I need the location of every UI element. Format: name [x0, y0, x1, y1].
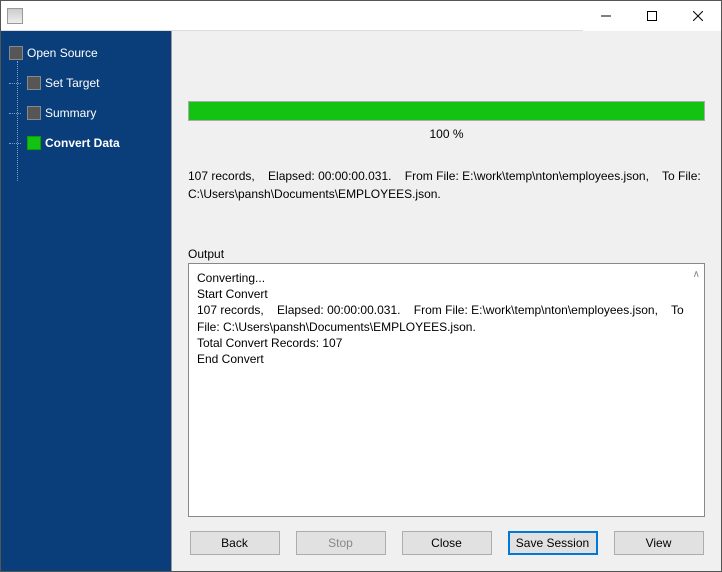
titlebar	[1, 1, 721, 31]
tree-box-icon	[9, 46, 23, 60]
progress-bar	[188, 101, 705, 121]
sidebar-item-label: Summary	[45, 106, 96, 120]
sidebar-item-set-target[interactable]: Set Target	[23, 73, 167, 93]
button-row: Back Stop Close Save Session View	[188, 517, 705, 563]
titlebar-left	[1, 8, 29, 24]
scroll-up-icon[interactable]: ∧	[693, 268, 700, 282]
tree-connector-h	[9, 143, 21, 144]
view-button[interactable]: View	[614, 531, 704, 555]
sidebar-item-summary[interactable]: Summary	[23, 103, 167, 123]
sidebar-item-open-source[interactable]: Open Source	[5, 43, 167, 63]
sidebar-item-label: Set Target	[45, 76, 99, 90]
close-button[interactable]: Close	[402, 531, 492, 555]
main-area: Open Source Set Target Summary Convert D…	[1, 31, 721, 571]
sidebar-item-convert-data[interactable]: Convert Data	[23, 133, 167, 153]
window-controls	[583, 1, 721, 31]
progress-section: 100 %	[188, 101, 705, 141]
tree-connector-h	[9, 83, 21, 84]
output-label: Output	[188, 247, 705, 261]
app-icon	[7, 8, 23, 24]
close-window-button[interactable]	[675, 1, 721, 31]
summary-text: 107 records, Elapsed: 00:00:00.031. From…	[188, 167, 705, 203]
output-content: Converting... Start Convert 107 records,…	[197, 271, 687, 366]
back-button[interactable]: Back	[190, 531, 280, 555]
save-session-button[interactable]: Save Session	[508, 531, 598, 555]
progress-text: 100 %	[188, 127, 705, 141]
minimize-button[interactable]	[583, 1, 629, 31]
tree-box-icon	[27, 76, 41, 90]
tree-connector-h	[9, 113, 21, 114]
stop-button: Stop	[296, 531, 386, 555]
content-inner: 100 % 107 records, Elapsed: 00:00:00.031…	[188, 39, 705, 517]
sidebar-item-label: Convert Data	[45, 136, 120, 150]
content-panel: 100 % 107 records, Elapsed: 00:00:00.031…	[171, 31, 721, 571]
output-textarea[interactable]: Converting... Start Convert 107 records,…	[188, 263, 705, 517]
tree-connector	[17, 61, 18, 181]
tree-box-icon	[27, 106, 41, 120]
sidebar-item-label: Open Source	[27, 46, 98, 60]
tree-box-icon	[27, 136, 41, 150]
maximize-button[interactable]	[629, 1, 675, 31]
sidebar: Open Source Set Target Summary Convert D…	[1, 31, 171, 571]
